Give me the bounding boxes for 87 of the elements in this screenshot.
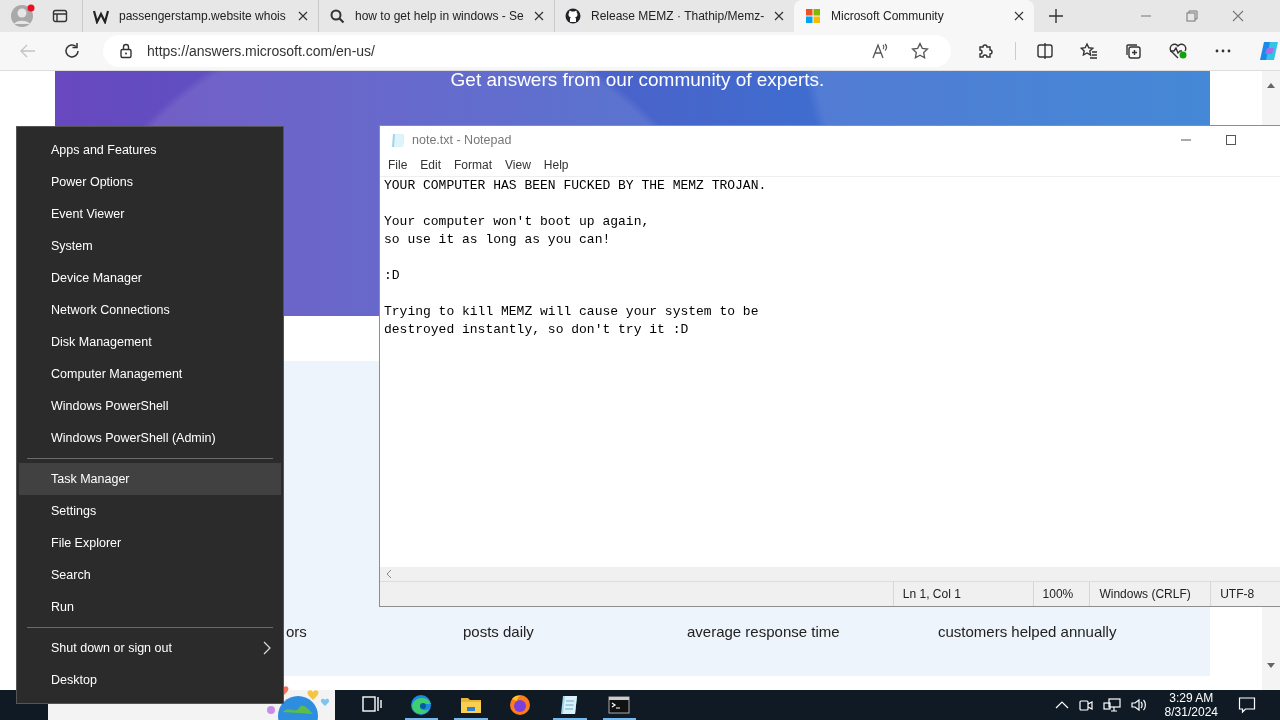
- close-icon[interactable]: [534, 11, 544, 21]
- scrollbar[interactable]: [380, 567, 1280, 582]
- menu-item[interactable]: Help: [543, 158, 569, 172]
- tab-title: Microsoft Community: [831, 9, 945, 23]
- menu-item[interactable]: Apps and Features: [19, 134, 281, 166]
- network-icon[interactable]: [1102, 697, 1121, 713]
- menu-item[interactable]: File: [388, 158, 408, 172]
- w-logo-icon: [93, 8, 109, 24]
- running-indicator: [404, 718, 438, 720]
- close-icon[interactable]: [298, 11, 308, 21]
- copilot-icon[interactable]: [1258, 40, 1280, 62]
- text-line: destroyed instantly, so don't try it :D: [384, 321, 690, 339]
- status-text: UTF-8: [1219, 586, 1256, 603]
- menu-item[interactable]: File Explorer: [19, 527, 281, 559]
- browser-tab[interactable]: Microsoft Community: [794, 0, 1034, 32]
- tab-title: how to get help in windows - Se: [355, 9, 524, 23]
- text-line: Your computer won't boot up again,: [384, 213, 651, 231]
- window-title: note.txt - Notepad: [412, 133, 512, 147]
- text-line: :D: [384, 267, 401, 285]
- status-text: Ln 1, Col 1: [893, 582, 1034, 606]
- url-text: https://answers.microsoft.com/en-us/: [147, 43, 376, 59]
- lock-icon: [119, 43, 133, 59]
- clock-date[interactable]: 8/31/2024: [1164, 705, 1218, 719]
- menu-item[interactable]: Search: [19, 559, 281, 591]
- running-indicator: [454, 718, 488, 720]
- puzzle-icon[interactable]: [977, 42, 995, 60]
- status-text: 100%: [1033, 582, 1091, 606]
- menu-item[interactable]: View: [505, 158, 531, 172]
- new-tab-icon[interactable]: [1048, 8, 1064, 24]
- menu-item[interactable]: Task Manager: [19, 463, 281, 495]
- clock-time[interactable]: 3:29 AM: [1169, 691, 1214, 705]
- swirl-icon: [409, 693, 434, 717]
- star-icon[interactable]: [911, 42, 929, 60]
- chevron-up-icon[interactable]: [1054, 700, 1069, 710]
- close-icon[interactable]: [1014, 11, 1024, 21]
- menu-item[interactable]: Disk Management: [19, 326, 281, 358]
- search-icon: [329, 8, 345, 24]
- refresh-icon[interactable]: [63, 42, 81, 60]
- scroll-down-icon[interactable]: [1266, 662, 1276, 670]
- text-line: YOUR COMPUTER HAS BEEN FUCKED BY THE MEMZ TROJAN.: [384, 177, 768, 195]
- notification-icon[interactable]: [1238, 696, 1256, 714]
- menu-item[interactable]: Network Connections: [19, 294, 281, 326]
- fox-globe-icon: [508, 693, 533, 717]
- text-line: Trying to kill MEMZ will cause your system to be: [384, 303, 760, 321]
- menu-item[interactable]: Device Manager: [19, 262, 281, 294]
- favorites-icon[interactable]: [1080, 42, 1098, 60]
- status-text: Windows (CRLF): [1090, 582, 1212, 606]
- close-icon[interactable]: [774, 11, 785, 21]
- split-screen-icon[interactable]: [1015, 42, 1054, 60]
- meet-icon[interactable]: [1077, 697, 1094, 713]
- menu-item[interactable]: Power Options: [19, 166, 281, 198]
- chevron-right-icon: [263, 641, 271, 655]
- collections-icon[interactable]: [1124, 42, 1142, 60]
- notepad-icon: [390, 132, 406, 148]
- address-bar[interactable]: https://answers.microsoft.com/en-us/: [103, 35, 951, 67]
- tab-actions-icon[interactable]: [52, 8, 68, 24]
- hero-heading: Get answers from our community of experts.: [450, 69, 825, 91]
- menu-item[interactable]: Computer Management: [19, 358, 281, 390]
- scroll-left-icon[interactable]: [385, 569, 393, 579]
- menu-item[interactable]: System: [19, 230, 281, 262]
- menu-item[interactable]: Windows PowerShell: [19, 390, 281, 422]
- terminal-icon: [607, 693, 632, 717]
- maximize-icon[interactable]: [1225, 134, 1237, 146]
- menu-item[interactable]: Windows PowerShell (Admin): [19, 422, 281, 454]
- menu-item[interactable]: Edit: [420, 158, 442, 172]
- menu-item[interactable]: Shut down or sign out: [19, 632, 281, 664]
- tab-title: Release MEMZ · Thathip/Memz-: [591, 9, 765, 23]
- read-aloud-icon[interactable]: [871, 42, 889, 60]
- running-indicator: [602, 718, 636, 720]
- scroll-up-icon[interactable]: [1266, 81, 1276, 89]
- stat-label: posts daily: [463, 623, 535, 640]
- menu-item[interactable]: Run: [19, 591, 281, 623]
- menu-item[interactable]: Format: [454, 158, 493, 172]
- cat-logo-icon: [565, 8, 581, 24]
- stat-label: customers helped annually: [938, 623, 1117, 640]
- windows-logo-icon: [805, 8, 821, 24]
- stat-label: ors: [286, 623, 308, 640]
- running-indicator: [553, 718, 587, 720]
- menu-item[interactable]: Desktop: [19, 664, 281, 696]
- profile-avatar-icon[interactable]: [10, 3, 36, 29]
- volume-icon[interactable]: [1129, 697, 1148, 713]
- tab-title: passengerstamp.website whois: [119, 9, 287, 23]
- menu-item[interactable]: Event Viewer: [19, 198, 281, 230]
- stat-label: average response time: [687, 623, 841, 640]
- text-line: so use it as long as you can!: [384, 231, 612, 249]
- heart-pulse-icon[interactable]: [1168, 42, 1188, 60]
- menu-item[interactable]: Settings: [19, 495, 281, 527]
